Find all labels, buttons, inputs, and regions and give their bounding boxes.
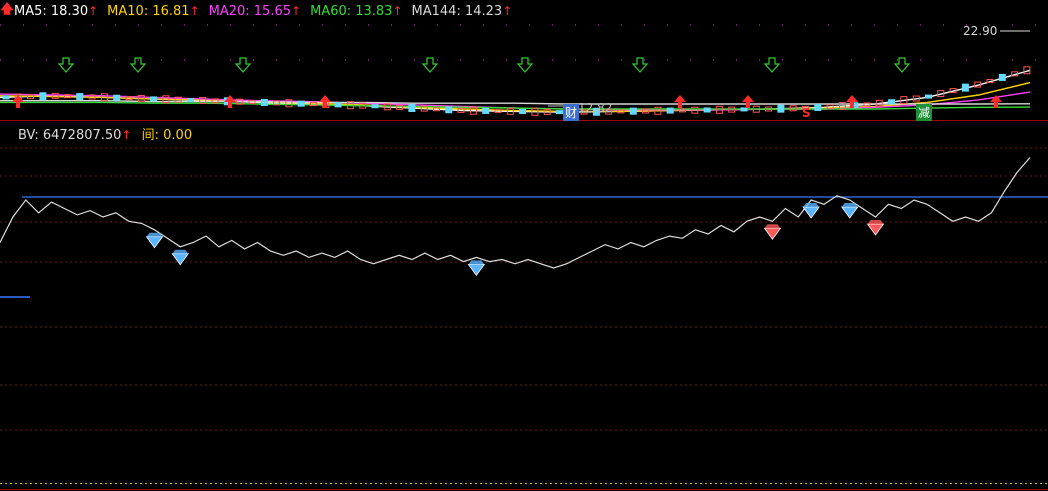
legend-ma20: MA20: 15.65↑ (208, 3, 302, 19)
grid-lines (0, 24, 1048, 490)
blue-diamond-marker-top (172, 249, 189, 254)
bv-arrow: ↑ (121, 128, 132, 142)
jian-badge: 减 (916, 104, 933, 121)
bv-value: BV: 6472807.50 (18, 128, 122, 143)
candlestick (76, 93, 84, 101)
legend-ma144: MA144: 14.23↑ (411, 3, 513, 19)
red-diamond-marker-top (867, 220, 884, 224)
candlestick (297, 100, 305, 107)
up-arrow-icon: 🡅 (0, 2, 14, 17)
sell-arrow-icon (763, 57, 781, 73)
blue-diamond-marker (467, 263, 486, 277)
candlestick (150, 96, 158, 102)
candlestick (629, 107, 637, 115)
candlestick (113, 94, 121, 101)
blue-diamond-marker (145, 236, 164, 249)
bv-legend: BV: 6472807.50↑ 间: 0.00 (18, 124, 192, 143)
red-diamond-marker (763, 227, 782, 240)
ma-legend: 🡅 MA5: 18.30↑ MA10: 16.81↑ MA20: 15.65↑ … (0, 2, 521, 20)
legend-ma60: MA60: 13.83↑ (310, 3, 403, 19)
buy-arrow-icon (674, 95, 686, 108)
cai-badge: 财 (563, 104, 580, 121)
candlestick (39, 92, 47, 101)
high-price-label: 22.90 (963, 24, 998, 38)
blue-diamond-marker (802, 206, 820, 219)
candlestick (961, 83, 969, 92)
sell-arrow-icon (57, 57, 75, 73)
buy-arrow-icon (742, 95, 754, 108)
candlestick (2, 95, 10, 100)
sell-arrow-icon (421, 57, 439, 73)
candlestick (666, 107, 674, 114)
blue-diamond-marker (840, 206, 859, 219)
candlestick (187, 98, 194, 103)
candlestick (334, 102, 342, 108)
candlestick (482, 107, 490, 114)
candlestick (925, 94, 932, 99)
chart-canvas (0, 24, 1048, 490)
red-diamond-marker (866, 223, 885, 236)
legend-ma10: MA10: 16.81↑ (107, 3, 200, 19)
blue-diamond-marker-top (468, 260, 485, 265)
candlestick (445, 106, 453, 114)
candlestick (519, 109, 527, 115)
blue-diamond-marker-top (803, 203, 820, 207)
price-panel (0, 30, 1031, 116)
blue-diamond-marker (171, 253, 190, 266)
candlestick (556, 110, 563, 115)
candlestick (998, 73, 1006, 81)
indicator-panel (0, 157, 1048, 298)
candlestick (371, 104, 379, 109)
s-signal: S (802, 106, 811, 120)
buy-arrow-icon (224, 95, 236, 108)
legend-ma5: MA5: 18.30↑ (14, 3, 99, 19)
candlestick (260, 98, 268, 106)
candlestick (777, 104, 785, 113)
jian-value: 间: 0.00 (141, 128, 193, 143)
low-price-label: 12.82 (578, 101, 613, 115)
candlestick (740, 107, 748, 112)
sell-arrow-icon (234, 57, 252, 73)
candlestick (888, 99, 896, 105)
red-diamond-marker-top (764, 224, 781, 229)
bv-line (0, 157, 1031, 269)
candlestick (408, 104, 416, 113)
candlestick (814, 103, 822, 111)
candlestick (703, 107, 711, 113)
